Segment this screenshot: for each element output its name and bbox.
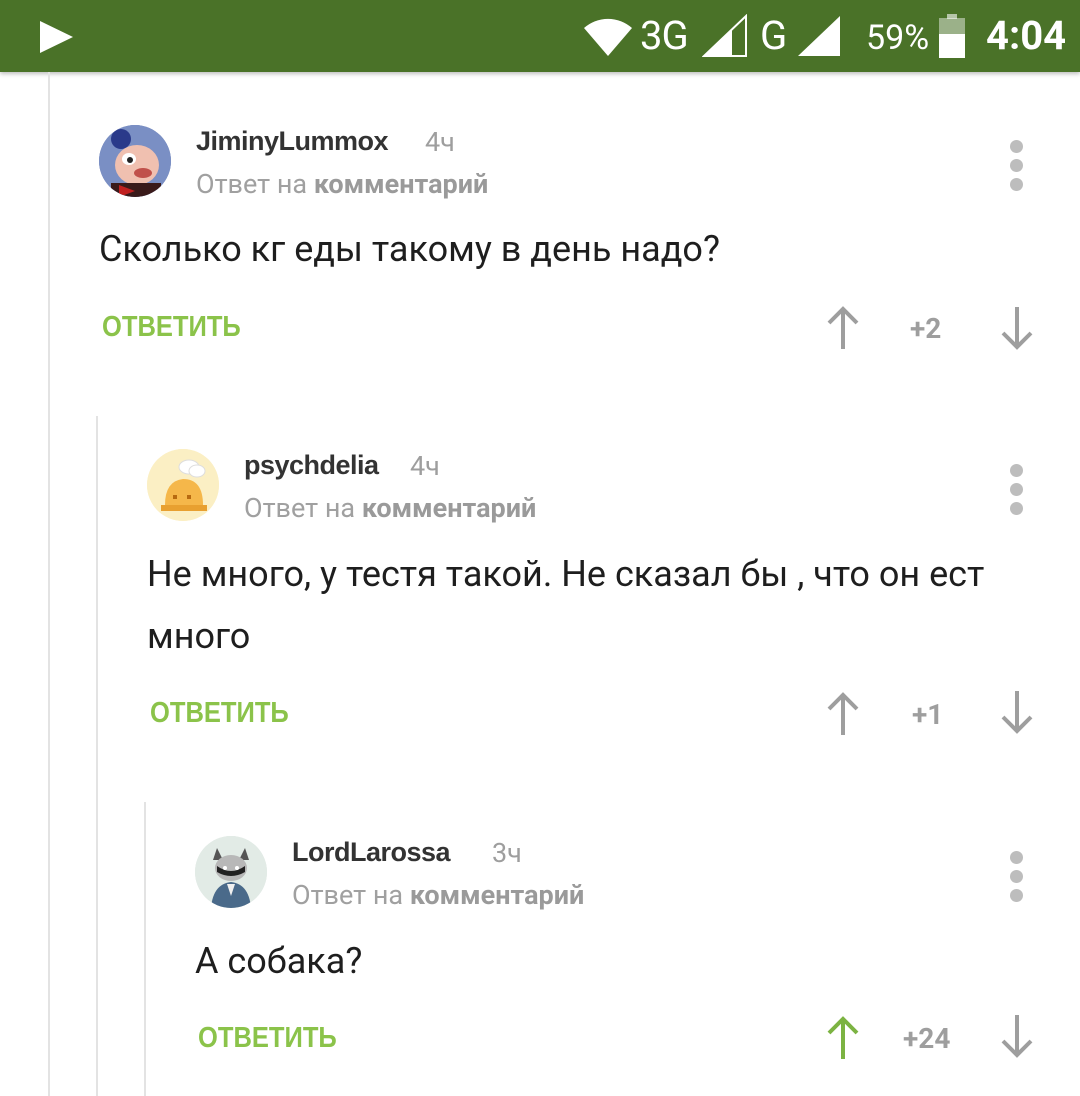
upvote-icon[interactable]	[826, 305, 860, 351]
comment-text: А собака?	[195, 940, 363, 982]
reply-button[interactable]: ОТВЕТИТЬ	[102, 311, 241, 344]
reply-to-label: Ответ на комментарий	[292, 879, 585, 911]
comment-text: Сколько кг еды такому в день надо?	[99, 228, 720, 270]
avatar[interactable]	[195, 836, 267, 908]
reply-to-label: Ответ на комментарий	[244, 492, 537, 524]
comment-time: 4ч	[425, 126, 455, 158]
avatar[interactable]	[147, 449, 219, 521]
more-menu-icon[interactable]	[1010, 140, 1024, 197]
author-name[interactable]: LordLarossa	[292, 837, 451, 868]
clock: 4:04	[986, 12, 1067, 59]
downvote-icon[interactable]	[1000, 305, 1034, 351]
reply-to-link[interactable]: комментарий	[362, 492, 536, 524]
more-menu-icon[interactable]	[1010, 851, 1024, 908]
avatar-image	[147, 449, 219, 521]
signal-g-icon	[798, 16, 840, 56]
reply-button[interactable]: ОТВЕТИТЬ	[198, 1022, 337, 1055]
battery-percent: 59%	[866, 18, 930, 58]
thread-line	[144, 802, 146, 1096]
avatar-image	[99, 125, 171, 197]
reply-to-label: Ответ на комментарий	[196, 168, 489, 200]
thread-line	[48, 72, 50, 1096]
reply-to-link[interactable]: комментарий	[314, 168, 488, 200]
downvote-icon[interactable]	[1000, 1013, 1034, 1059]
comment-time: 3ч	[492, 837, 522, 869]
status-bar: 3G G 59% 4:04	[0, 0, 1080, 72]
wifi-icon	[584, 18, 632, 56]
thread-line	[96, 416, 98, 1096]
network-3g-label: 3G	[640, 12, 689, 59]
comment-score: +2	[910, 312, 942, 345]
reply-button[interactable]: ОТВЕТИТЬ	[150, 697, 289, 730]
comment-score: +1	[912, 698, 944, 731]
signal-3g-icon	[702, 14, 747, 57]
comment-time: 4ч	[410, 450, 440, 482]
upvote-icon-active[interactable]	[826, 1015, 860, 1061]
downvote-icon[interactable]	[1000, 689, 1034, 735]
author-name[interactable]: JiminyLummox	[196, 126, 389, 157]
avatar[interactable]	[99, 125, 171, 197]
more-menu-icon[interactable]	[1010, 464, 1024, 521]
network-g-label: G	[760, 12, 787, 59]
author-name[interactable]: psychdelia	[244, 450, 379, 481]
play-icon	[40, 21, 73, 53]
comment-text: Не много, у тестя такой. Не сказал бы , …	[147, 553, 985, 657]
upvote-icon[interactable]	[826, 691, 860, 737]
avatar-image	[195, 836, 267, 908]
reply-to-link[interactable]: комментарий	[410, 879, 584, 911]
comment-score: +24	[903, 1022, 951, 1055]
battery-icon	[939, 14, 965, 58]
